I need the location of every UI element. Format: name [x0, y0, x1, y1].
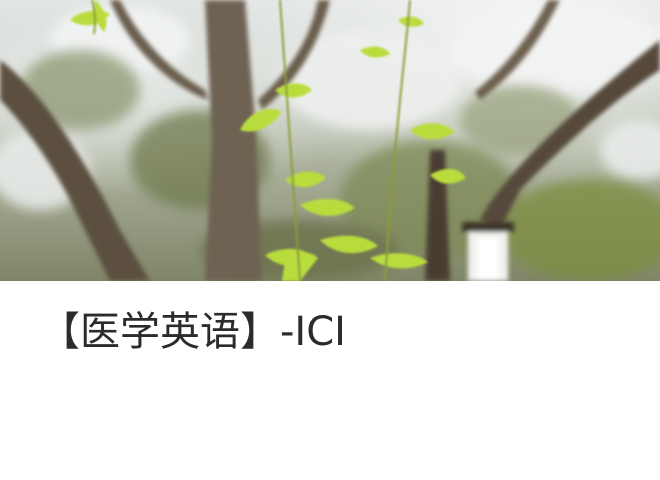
page-title: 【医学英语】-ICI [40, 309, 346, 355]
tree-branch-photo-icon [0, 0, 660, 281]
hero-photo [0, 0, 660, 281]
